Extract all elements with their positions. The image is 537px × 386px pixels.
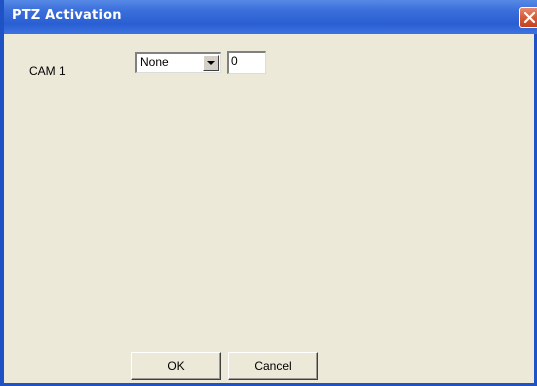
cancel-button[interactable]: Cancel xyxy=(228,352,318,380)
close-button[interactable] xyxy=(519,7,537,28)
window-title: PTZ Activation xyxy=(12,8,122,23)
ptz-type-select-value: None xyxy=(140,55,169,69)
ptz-activation-dialog: PTZ Activation CAM 1 None 0 OK Cancel xyxy=(0,0,537,386)
dropdown-button[interactable] xyxy=(203,55,219,71)
ok-button[interactable]: OK xyxy=(131,352,221,380)
title-bar[interactable]: PTZ Activation xyxy=(4,0,537,34)
ptz-type-select[interactable]: None xyxy=(135,52,221,73)
ptz-number-input[interactable]: 0 xyxy=(227,51,266,74)
cam-label: CAM 1 xyxy=(29,64,66,78)
